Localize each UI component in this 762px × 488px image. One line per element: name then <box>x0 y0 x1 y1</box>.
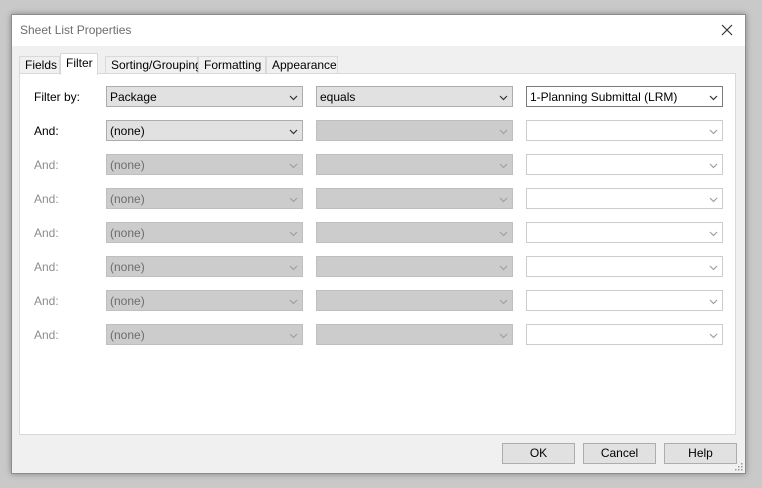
chevron-down-icon <box>289 163 298 169</box>
title-bar: Sheet List Properties <box>12 15 745 46</box>
chevron-down-icon <box>289 129 298 135</box>
filter-row-5: And: (none) <box>20 222 735 244</box>
filter-row-2: And: (none) <box>20 120 735 142</box>
chevron-down-icon <box>709 265 718 271</box>
filter-row-4: And: (none) <box>20 188 735 210</box>
chevron-down-icon <box>289 333 298 339</box>
chevron-down-icon <box>499 129 508 135</box>
filter-field-dropdown-1[interactable]: Package <box>106 86 303 107</box>
filter-field-dropdown-4: (none) <box>106 188 303 209</box>
chevron-down-icon <box>499 299 508 305</box>
chevron-down-icon <box>709 197 718 203</box>
and-label: And: <box>34 158 59 172</box>
sheet-list-properties-dialog: Sheet List Properties Fields Filter Sort… <box>11 14 746 474</box>
field-value: (none) <box>110 158 145 172</box>
filter-value: 1-Planning Submittal (LRM) <box>530 90 678 104</box>
and-label: And: <box>34 124 59 138</box>
tab-appearance[interactable]: Appearance <box>266 56 338 74</box>
filter-value-dropdown-1[interactable]: 1-Planning Submittal (LRM) <box>526 86 723 107</box>
field-value: (none) <box>110 260 145 274</box>
filter-field-dropdown-3: (none) <box>106 154 303 175</box>
and-label: And: <box>34 192 59 206</box>
filter-operator-dropdown-1[interactable]: equals <box>316 86 513 107</box>
and-label: And: <box>34 328 59 342</box>
filter-operator-dropdown-2 <box>316 120 513 141</box>
filter-value-dropdown-7 <box>526 290 723 311</box>
filter-operator-dropdown-3 <box>316 154 513 175</box>
filter-operator-dropdown-6 <box>316 256 513 277</box>
chevron-down-icon <box>289 231 298 237</box>
filter-value-dropdown-5 <box>526 222 723 243</box>
chevron-down-icon <box>499 265 508 271</box>
field-value: (none) <box>110 192 145 206</box>
cancel-button[interactable]: Cancel <box>583 443 656 464</box>
field-value: (none) <box>110 124 145 138</box>
chevron-down-icon <box>709 129 718 135</box>
filter-value-dropdown-3 <box>526 154 723 175</box>
filter-operator-dropdown-8 <box>316 324 513 345</box>
filter-by-label: Filter by: <box>34 90 81 104</box>
filter-field-dropdown-7: (none) <box>106 290 303 311</box>
tab-filter[interactable]: Filter <box>60 53 98 75</box>
tab-fields[interactable]: Fields <box>19 56 60 74</box>
filter-panel: Filter by: Package equals 1-Planning Sub… <box>19 73 736 435</box>
filter-field-dropdown-6: (none) <box>106 256 303 277</box>
window-title: Sheet List Properties <box>20 23 132 37</box>
filter-field-dropdown-8: (none) <box>106 324 303 345</box>
filter-value-dropdown-2 <box>526 120 723 141</box>
tab-formatting[interactable]: Formatting <box>198 56 266 74</box>
tab-sorting-grouping[interactable]: Sorting/Grouping <box>105 56 202 74</box>
chevron-down-icon <box>499 163 508 169</box>
chevron-down-icon <box>499 197 508 203</box>
chevron-down-icon <box>499 333 508 339</box>
filter-row-3: And: (none) <box>20 154 735 176</box>
operator-value: equals <box>320 90 356 104</box>
filter-value-dropdown-4 <box>526 188 723 209</box>
filter-value-dropdown-6 <box>526 256 723 277</box>
filter-row-1: Filter by: Package equals 1-Planning Sub… <box>20 86 735 108</box>
filter-row-8: And: (none) <box>20 324 735 346</box>
ok-button[interactable]: OK <box>502 443 575 464</box>
chevron-down-icon <box>709 163 718 169</box>
filter-operator-dropdown-4 <box>316 188 513 209</box>
chevron-down-icon <box>289 265 298 271</box>
and-label: And: <box>34 294 59 308</box>
field-value: (none) <box>110 294 145 308</box>
field-value: (none) <box>110 226 145 240</box>
chevron-down-icon <box>709 231 718 237</box>
field-value: (none) <box>110 328 145 342</box>
filter-value-dropdown-8 <box>526 324 723 345</box>
filter-operator-dropdown-7 <box>316 290 513 311</box>
chevron-down-icon <box>289 197 298 203</box>
and-label: And: <box>34 260 59 274</box>
resize-grip-icon[interactable] <box>735 463 743 471</box>
chevron-down-icon <box>499 231 508 237</box>
chevron-down-icon <box>289 95 298 101</box>
help-button[interactable]: Help <box>664 443 737 464</box>
chevron-down-icon <box>709 95 718 101</box>
filter-operator-dropdown-5 <box>316 222 513 243</box>
field-value: Package <box>110 90 157 104</box>
filter-row-6: And: (none) <box>20 256 735 278</box>
chevron-down-icon <box>709 299 718 305</box>
close-icon[interactable] <box>717 20 737 40</box>
filter-field-dropdown-2[interactable]: (none) <box>106 120 303 141</box>
chevron-down-icon <box>289 299 298 305</box>
filter-row-7: And: (none) <box>20 290 735 312</box>
filter-field-dropdown-5: (none) <box>106 222 303 243</box>
and-label: And: <box>34 226 59 240</box>
chevron-down-icon <box>499 95 508 101</box>
chevron-down-icon <box>709 333 718 339</box>
